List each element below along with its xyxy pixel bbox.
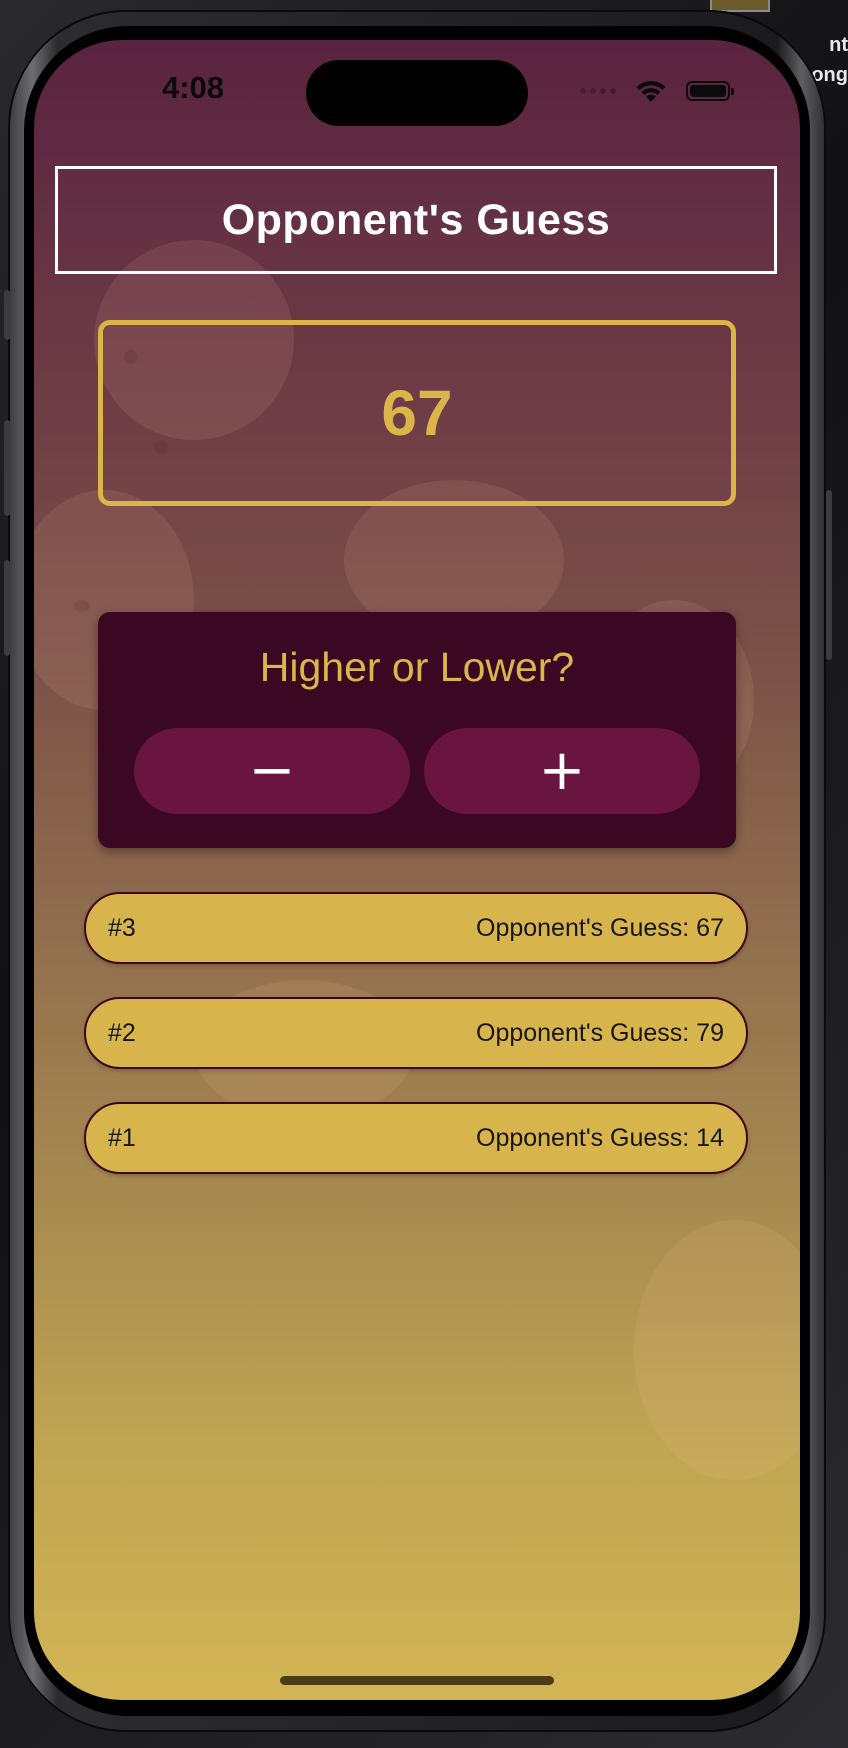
minus-icon: − [248, 738, 296, 803]
battery-icon [686, 81, 734, 101]
dynamic-island [306, 60, 528, 126]
background-window-text: nt [829, 34, 848, 56]
action-button [4, 290, 10, 340]
list-item: #3 Opponent's Guess: 67 [84, 892, 748, 964]
status-icons [580, 76, 734, 106]
app-screen: 4:08 Opponent's Guess 67 Higher or Lower… [34, 40, 800, 1700]
guess-text: Opponent's Guess: 79 [476, 1018, 724, 1047]
home-indicator[interactable] [280, 1676, 554, 1685]
higher-button[interactable]: + [424, 728, 700, 814]
list-item: #2 Opponent's Guess: 79 [84, 997, 748, 1069]
plus-icon: + [538, 738, 586, 803]
card-prompt: Higher or Lower? [259, 644, 575, 690]
volume-up-button [4, 420, 10, 516]
higher-lower-card: Higher or Lower? − + [98, 612, 736, 848]
status-time: 4:08 [161, 70, 225, 105]
round-number: #3 [108, 913, 136, 942]
lower-button[interactable]: − [134, 728, 410, 814]
volume-down-button [4, 560, 10, 656]
round-number: #2 [108, 1018, 136, 1047]
guess-display: 67 [98, 320, 736, 506]
guess-text: Opponent's Guess: 67 [476, 913, 724, 942]
round-number: #1 [108, 1123, 136, 1152]
page-title: Opponent's Guess [221, 195, 611, 244]
guess-log-list[interactable]: #3 Opponent's Guess: 67 #2 Opponent's Gu… [84, 892, 748, 1207]
power-button [826, 490, 832, 660]
guess-text: Opponent's Guess: 14 [476, 1123, 724, 1152]
title-box: Opponent's Guess [55, 166, 777, 274]
current-guess-number: 67 [381, 377, 453, 449]
list-item: #1 Opponent's Guess: 14 [84, 1102, 748, 1174]
background-dice [634, 1220, 800, 1480]
wifi-icon [636, 80, 666, 102]
signal-icon [580, 88, 616, 94]
